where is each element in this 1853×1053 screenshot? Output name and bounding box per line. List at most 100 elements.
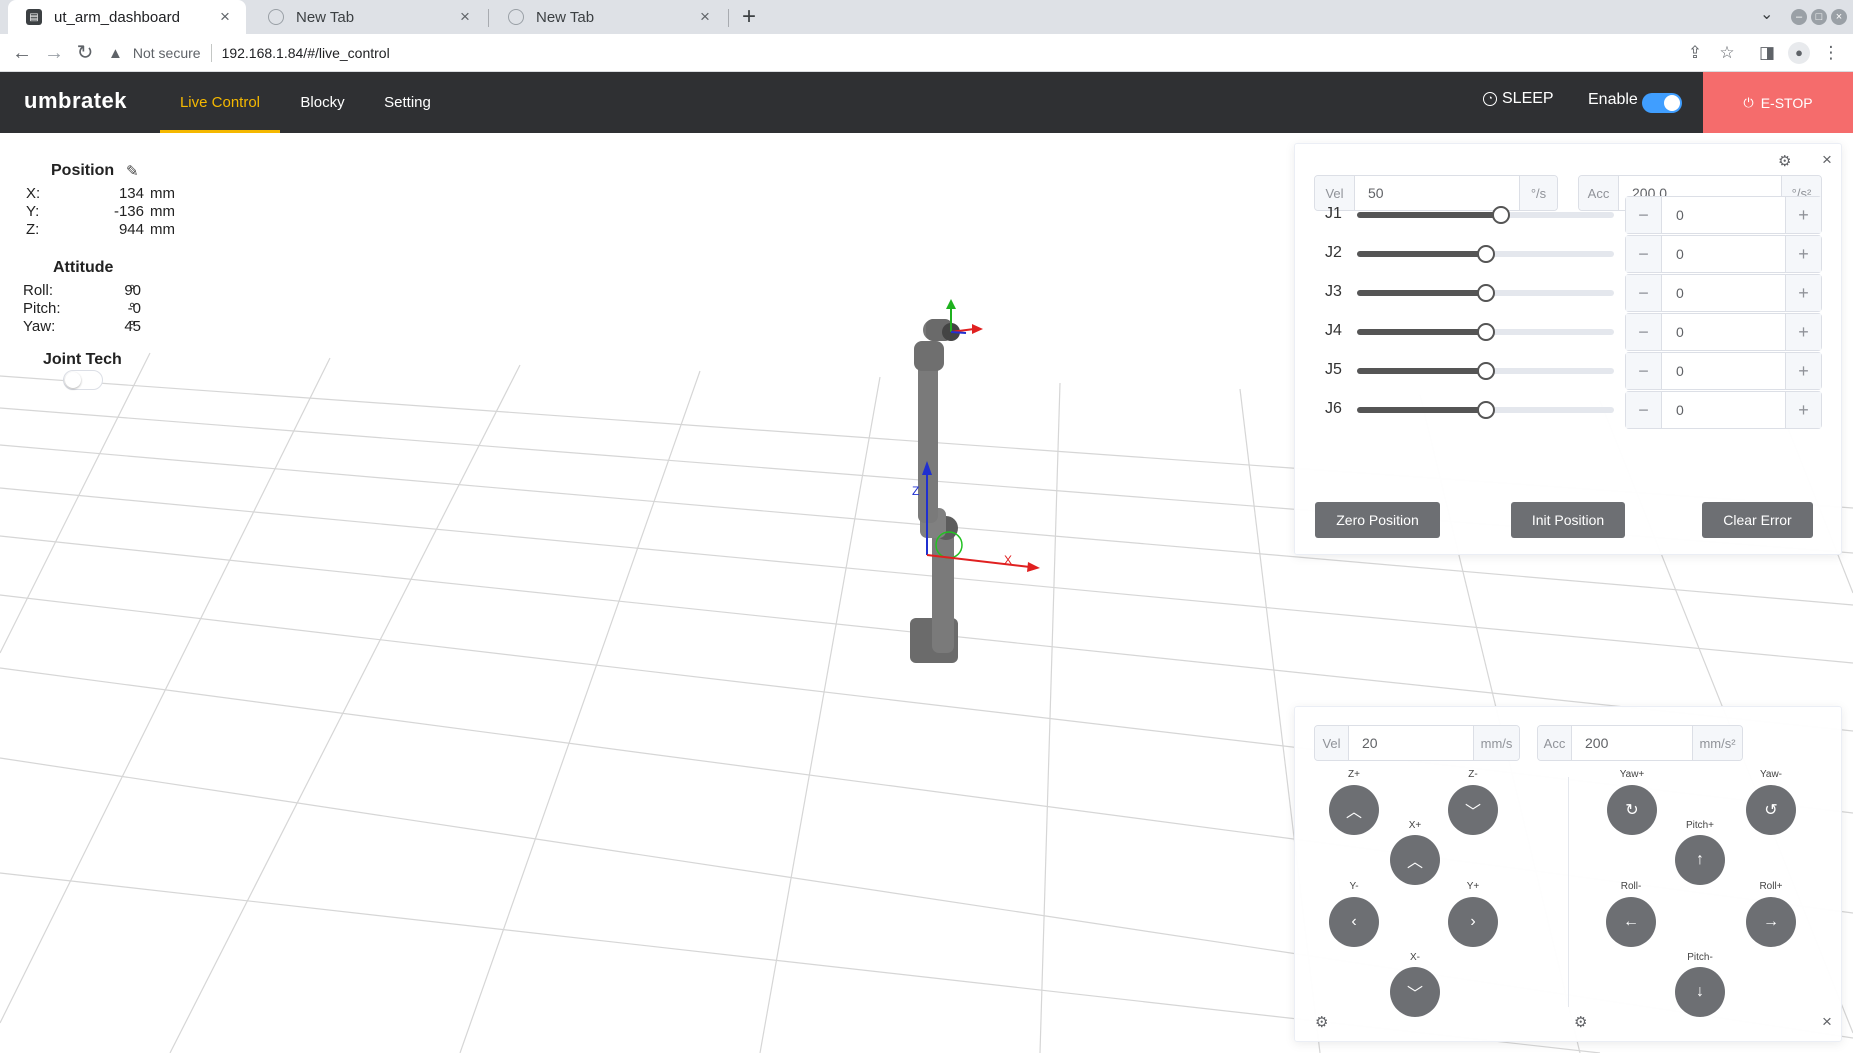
nav-setting[interactable]: Setting bbox=[370, 72, 445, 133]
minus-icon[interactable]: − bbox=[1626, 392, 1662, 428]
edit-pencil-icon[interactable]: ✎ bbox=[126, 162, 139, 180]
maximize-icon[interactable]: □ bbox=[1811, 9, 1827, 25]
enable-toggle[interactable] bbox=[1642, 93, 1682, 113]
browser-tab[interactable]: New Tab × bbox=[490, 0, 726, 34]
clear-error-button[interactable]: Clear Error bbox=[1702, 502, 1813, 538]
close-icon[interactable]: × bbox=[1822, 1012, 1832, 1032]
linear-velocity-input[interactable]: Vel 20 mm/s bbox=[1314, 725, 1520, 761]
browser-tab-active[interactable]: ▤ ut_arm_dashboard × bbox=[8, 0, 246, 34]
joint-stepper-2[interactable]: −0 + bbox=[1625, 235, 1822, 273]
minus-icon[interactable]: − bbox=[1626, 353, 1662, 389]
x-plus-button[interactable]: ︿ bbox=[1390, 835, 1440, 885]
close-icon[interactable]: × bbox=[216, 7, 234, 27]
joint-slider-4[interactable] bbox=[1357, 323, 1614, 341]
brand-logo[interactable]: umbratek bbox=[24, 88, 127, 114]
gear-icon[interactable]: ⚙ bbox=[1574, 1013, 1587, 1031]
slider-thumb[interactable] bbox=[1476, 323, 1495, 341]
roll-minus-button[interactable]: ← bbox=[1606, 897, 1656, 947]
minus-icon[interactable]: − bbox=[1626, 236, 1662, 272]
plus-icon[interactable]: + bbox=[1785, 314, 1821, 350]
joint-value[interactable]: 0 bbox=[1662, 353, 1785, 389]
gear-icon[interactable]: ⚙ bbox=[1315, 1013, 1328, 1031]
side-panel-icon[interactable]: ◨ bbox=[1756, 42, 1778, 64]
slider-thumb[interactable] bbox=[1491, 206, 1510, 224]
joint-slider-1[interactable] bbox=[1357, 206, 1614, 224]
vel-value[interactable]: 50 bbox=[1355, 176, 1519, 210]
forward-arrow-icon[interactable]: → bbox=[42, 41, 66, 65]
plus-icon[interactable]: + bbox=[1785, 236, 1821, 272]
joint-stepper-4[interactable]: −0 + bbox=[1625, 313, 1822, 351]
minus-icon[interactable]: − bbox=[1626, 275, 1662, 311]
vel-value[interactable]: 20 bbox=[1349, 726, 1473, 760]
window-close-icon[interactable]: × bbox=[1831, 9, 1847, 25]
slider-thumb[interactable] bbox=[1476, 284, 1495, 302]
close-icon[interactable]: × bbox=[1822, 150, 1832, 170]
nav-blocky[interactable]: Blocky bbox=[285, 72, 360, 133]
minimize-icon[interactable]: – bbox=[1791, 9, 1807, 25]
joint-label-3: J3 bbox=[1325, 283, 1342, 300]
roll-plus-button[interactable]: → bbox=[1746, 897, 1796, 947]
joint-slider-5[interactable] bbox=[1357, 362, 1614, 380]
share-icon[interactable]: ⇪ bbox=[1684, 42, 1706, 64]
kebab-menu-icon[interactable]: ⋮ bbox=[1820, 42, 1842, 64]
joint-stepper-1[interactable]: −0 + bbox=[1625, 196, 1822, 234]
reload-icon[interactable]: ↻ bbox=[73, 41, 97, 65]
profile-avatar-icon[interactable]: ● bbox=[1788, 42, 1810, 64]
pitch-plus-button[interactable]: ↑ bbox=[1675, 835, 1725, 885]
plus-icon[interactable]: + bbox=[1785, 392, 1821, 428]
nav-live-control[interactable]: Live Control bbox=[160, 72, 280, 133]
init-position-button[interactable]: Init Position bbox=[1511, 502, 1625, 538]
joint-stepper-3[interactable]: −0 + bbox=[1625, 274, 1822, 312]
new-tab-plus-icon[interactable]: + bbox=[736, 4, 762, 30]
slider-thumb[interactable] bbox=[1476, 401, 1495, 419]
joint-slider-6[interactable] bbox=[1357, 401, 1614, 419]
zero-position-button[interactable]: Zero Position bbox=[1315, 502, 1440, 538]
joint-value[interactable]: 0 bbox=[1662, 197, 1785, 233]
joint-stepper-5[interactable]: −0 + bbox=[1625, 352, 1822, 390]
joint-tech-toggle[interactable] bbox=[63, 370, 103, 390]
z-plus-button[interactable]: ︿ bbox=[1329, 785, 1379, 835]
bookmark-star-icon[interactable]: ☆ bbox=[1716, 42, 1738, 64]
y-minus-button[interactable]: ‹ bbox=[1329, 897, 1379, 947]
yaw-plus-label: Yaw+ bbox=[1619, 769, 1645, 780]
joint-stepper-6[interactable]: −0 + bbox=[1625, 391, 1822, 429]
joint-velocity-input[interactable]: Vel 50 °/s bbox=[1314, 175, 1558, 211]
browser-tab[interactable]: New Tab × bbox=[250, 0, 486, 34]
tab-search-chevron-icon[interactable]: ⌄ bbox=[1760, 4, 1773, 24]
chevron-down-icon: ﹀ bbox=[1464, 804, 1481, 821]
slider-fill bbox=[1357, 329, 1486, 335]
gear-icon[interactable]: ⚙ bbox=[1778, 152, 1791, 170]
sleep-button[interactable]: ◔ SLEEP bbox=[1483, 90, 1554, 108]
minus-icon[interactable]: − bbox=[1626, 197, 1662, 233]
joint-value[interactable]: 0 bbox=[1662, 275, 1785, 311]
estop-button[interactable]: ⏻ E-STOP bbox=[1703, 72, 1853, 133]
security-label[interactable]: Not secure bbox=[133, 45, 201, 61]
pitch-minus-button[interactable]: ↓ bbox=[1675, 967, 1725, 1017]
url-omnibox[interactable]: ▲ Not secure 192.168.1.84/#/live_control bbox=[108, 38, 1828, 68]
plus-icon[interactable]: + bbox=[1785, 197, 1821, 233]
slider-thumb[interactable] bbox=[1476, 362, 1495, 380]
url-text[interactable]: 192.168.1.84/#/live_control bbox=[222, 45, 390, 61]
minus-icon[interactable]: − bbox=[1626, 314, 1662, 350]
y-plus-button[interactable]: › bbox=[1448, 897, 1498, 947]
joint-value[interactable]: 0 bbox=[1662, 314, 1785, 350]
linear-acceleration-input[interactable]: Acc 200 mm/s² bbox=[1537, 725, 1743, 761]
acc-value[interactable]: 200 bbox=[1572, 726, 1692, 760]
close-icon[interactable]: × bbox=[456, 7, 474, 27]
x-minus-button[interactable]: ﹀ bbox=[1390, 967, 1440, 1017]
joint-slider-3[interactable] bbox=[1357, 284, 1614, 302]
slider-fill bbox=[1357, 251, 1486, 257]
arrow-up-icon: ↑ bbox=[1696, 851, 1704, 868]
z-minus-button[interactable]: ﹀ bbox=[1448, 785, 1498, 835]
joint-value[interactable]: 0 bbox=[1662, 236, 1785, 272]
joint-slider-2[interactable] bbox=[1357, 245, 1614, 263]
yaw-minus-button[interactable]: ↺ bbox=[1746, 785, 1796, 835]
back-arrow-icon[interactable]: ← bbox=[10, 41, 34, 65]
slider-thumb[interactable] bbox=[1476, 245, 1495, 263]
warning-triangle-icon[interactable]: ▲ bbox=[108, 45, 123, 62]
plus-icon[interactable]: + bbox=[1785, 275, 1821, 311]
yaw-plus-button[interactable]: ↻ bbox=[1607, 785, 1657, 835]
plus-icon[interactable]: + bbox=[1785, 353, 1821, 389]
close-icon[interactable]: × bbox=[696, 7, 714, 27]
joint-value[interactable]: 0 bbox=[1662, 392, 1785, 428]
